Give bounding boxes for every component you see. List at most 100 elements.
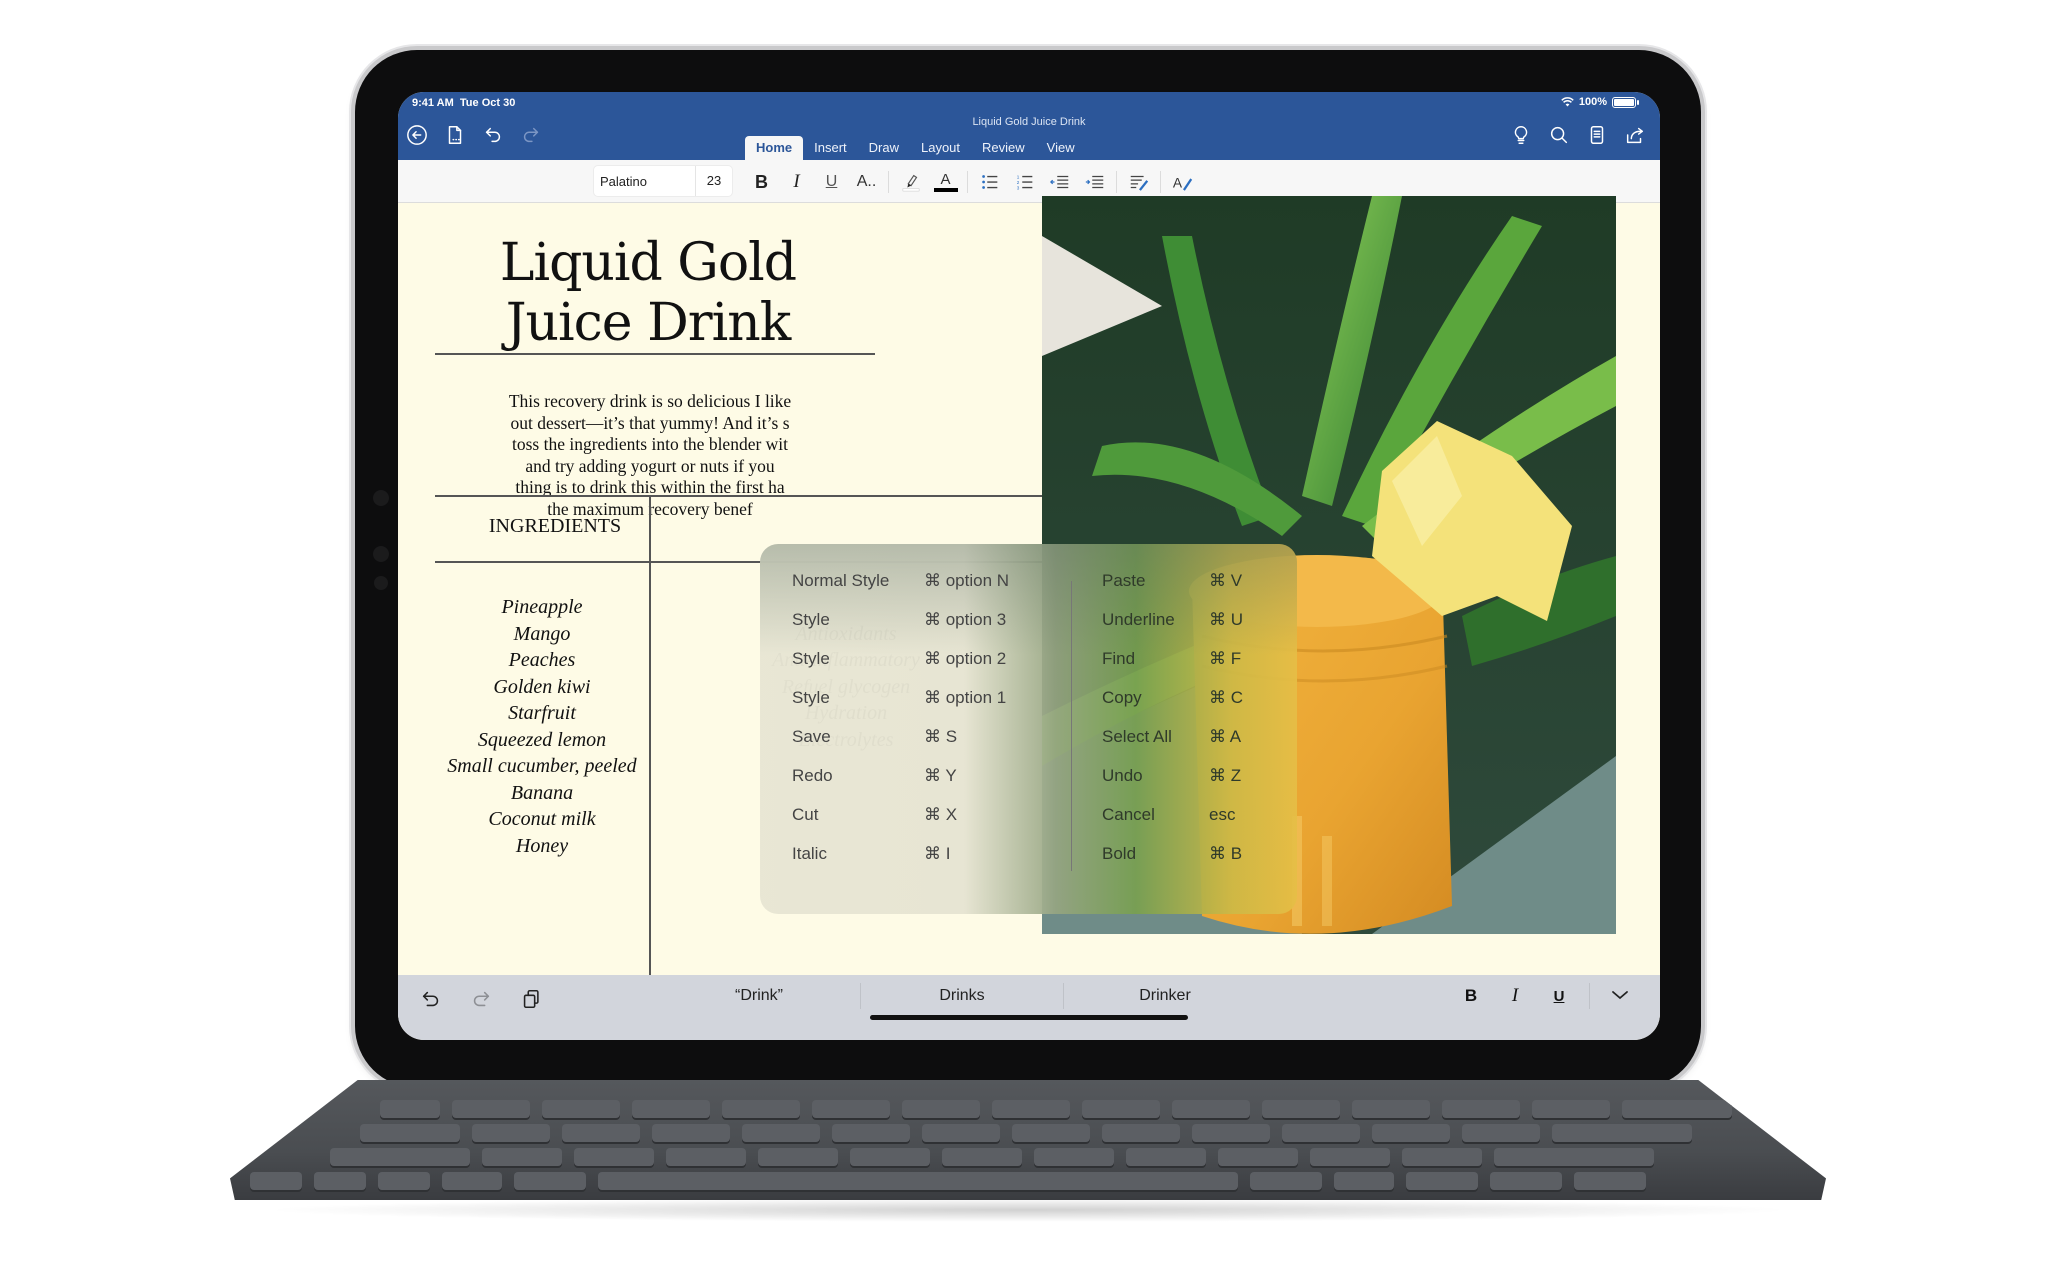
- undo-button[interactable]: [480, 122, 506, 148]
- styles-button[interactable]: A: [1165, 168, 1200, 196]
- ingredients-heading: INGREDIENTS: [488, 515, 622, 537]
- keyboard-key: [758, 1148, 838, 1166]
- toolbar-divider: [888, 171, 889, 193]
- redo-shortcut-button[interactable]: [464, 985, 498, 1013]
- document-canvas[interactable]: Liquid Gold Juice Drink This recovery dr…: [398, 196, 1660, 975]
- undo-icon: [485, 127, 501, 143]
- shortcut-name: Style: [792, 688, 830, 707]
- keyboard-key: [378, 1172, 430, 1190]
- keyboard-key: [1372, 1124, 1450, 1142]
- italic-button[interactable]: I: [779, 168, 814, 196]
- shortcut-key: ⌘ I: [924, 844, 951, 863]
- suggestion-item[interactable]: Drinks: [861, 983, 1064, 1009]
- keyboard-key: [542, 1100, 620, 1118]
- shortcut-name: Save: [792, 727, 831, 746]
- file-icon: [448, 126, 462, 144]
- suggestion-item[interactable]: Drinker: [1064, 983, 1266, 1009]
- shortcut-key: ⌘ A: [1209, 727, 1242, 746]
- keyboard-key: [442, 1172, 502, 1190]
- keyboard-key: [1172, 1100, 1250, 1118]
- tab-layout[interactable]: Layout: [910, 136, 971, 160]
- font-color-letter: A: [940, 171, 951, 188]
- highlight-button[interactable]: [893, 168, 928, 196]
- ingredient-item: Pineapple: [501, 596, 583, 618]
- undo-icon: [422, 991, 439, 1007]
- underline-shortcut-button[interactable]: U: [1537, 988, 1581, 1005]
- search-button[interactable]: [1546, 122, 1572, 148]
- suggestion-item[interactable]: “Drink”: [658, 983, 861, 1009]
- share-button[interactable]: [1622, 122, 1648, 148]
- italic-shortcut-button[interactable]: I: [1493, 985, 1537, 1007]
- lightbulb-icon: [1514, 126, 1528, 144]
- ribbon-tabs: Home Insert Draw Layout Review View: [745, 136, 1086, 160]
- tab-insert[interactable]: Insert: [803, 136, 858, 160]
- tell-me-button[interactable]: [1508, 122, 1534, 148]
- edit-actions: [414, 985, 548, 1013]
- svg-text:2: 2: [1016, 180, 1019, 185]
- redo-icon: [473, 991, 490, 1007]
- shortcut-row: Save ⌘ S: [792, 726, 1009, 765]
- increase-indent-button[interactable]: [1077, 168, 1112, 196]
- decrease-indent-button[interactable]: [1042, 168, 1077, 196]
- ingredient-item: Starfruit: [508, 702, 576, 724]
- keyboard-key: [850, 1148, 930, 1166]
- shortcut-key: ⌘ C: [1209, 688, 1243, 707]
- shortcut-row: Paste ⌘ V: [1102, 570, 1243, 609]
- shortcut-name: Select All: [1102, 727, 1172, 746]
- undo-shortcut-button[interactable]: [414, 985, 448, 1013]
- mobile-view-button[interactable]: [1584, 122, 1610, 148]
- keyboard-key: [330, 1148, 470, 1166]
- redo-icon: [523, 127, 539, 143]
- font-picker[interactable]: Palatino 23: [594, 166, 732, 196]
- predictive-suggestions: “Drink” Drinks Drinker: [658, 983, 1266, 1009]
- ingredients-list: Pineapple Mango Peaches Golden kiwi Star…: [435, 594, 649, 859]
- ingredient-item: Banana: [510, 781, 574, 804]
- numbered-list-icon: 123: [1016, 174, 1032, 190]
- shortcut-name: Paste: [1102, 571, 1146, 590]
- bold-shortcut-button[interactable]: B: [1449, 986, 1493, 1006]
- paragraph-styles-button[interactable]: [1121, 168, 1156, 196]
- paste-shortcut-button[interactable]: [514, 985, 548, 1013]
- file-button[interactable]: [442, 122, 468, 148]
- shortcuts-right-column: Paste ⌘ V Underline ⌘ U Find ⌘ F Copy ⌘ C Se…: [1102, 570, 1243, 882]
- intro-line: This recovery drink is so delicious I li…: [508, 391, 792, 411]
- keyboard-key: [1218, 1148, 1298, 1166]
- tab-review[interactable]: Review: [971, 136, 1036, 160]
- shortcut-name: Copy: [1102, 688, 1142, 707]
- back-button[interactable]: [404, 122, 430, 148]
- dismiss-keyboard-button[interactable]: [1598, 986, 1642, 1006]
- bold-button[interactable]: B: [744, 168, 779, 196]
- shortcut-name: Underline: [1102, 610, 1175, 629]
- bullets-button[interactable]: [972, 168, 1007, 196]
- battery-icon: [1612, 96, 1639, 108]
- underline-button[interactable]: U: [814, 168, 849, 196]
- home-indicator[interactable]: [870, 1015, 1188, 1020]
- shortcut-key: ⌘ option 2: [924, 649, 1007, 668]
- tab-home[interactable]: Home: [745, 136, 804, 160]
- keyboard-shortcut-bar: “Drink” Drinks Drinker B I U: [398, 975, 1660, 1040]
- font-size-field[interactable]: 23: [695, 166, 732, 196]
- styles-icon: A: [1172, 176, 1192, 191]
- shortcut-key: ⌘ V: [1209, 571, 1243, 590]
- ingredient-item: Honey: [515, 834, 569, 857]
- numbering-button[interactable]: 123: [1007, 168, 1042, 196]
- redo-button[interactable]: [518, 122, 544, 148]
- font-color-button[interactable]: A: [928, 168, 963, 196]
- document-heading[interactable]: Liquid Gold Juice Drink: [428, 233, 868, 353]
- shortcut-name: Style: [792, 610, 830, 629]
- font-name-field[interactable]: Palatino: [594, 174, 695, 189]
- more-font-label: A..: [856, 173, 877, 190]
- keyboard-key: [472, 1124, 550, 1142]
- tab-draw[interactable]: Draw: [858, 136, 910, 160]
- ingredient-item: Coconut milk: [488, 808, 596, 830]
- keyboard-key: [1192, 1124, 1270, 1142]
- date-label: Tue Oct 30: [459, 97, 516, 109]
- camera-sensor: [374, 576, 388, 590]
- shortcut-row: Select All ⌘ A: [1102, 726, 1243, 765]
- keyboard-key: [1034, 1148, 1114, 1166]
- shortcut-row: Style ⌘ option 1: [792, 687, 1009, 726]
- keyboard-key: [1622, 1100, 1732, 1118]
- shortcut-row: Bold ⌘ B: [1102, 843, 1243, 882]
- more-font-options-button[interactable]: A..: [849, 168, 884, 196]
- tab-view[interactable]: View: [1036, 136, 1086, 160]
